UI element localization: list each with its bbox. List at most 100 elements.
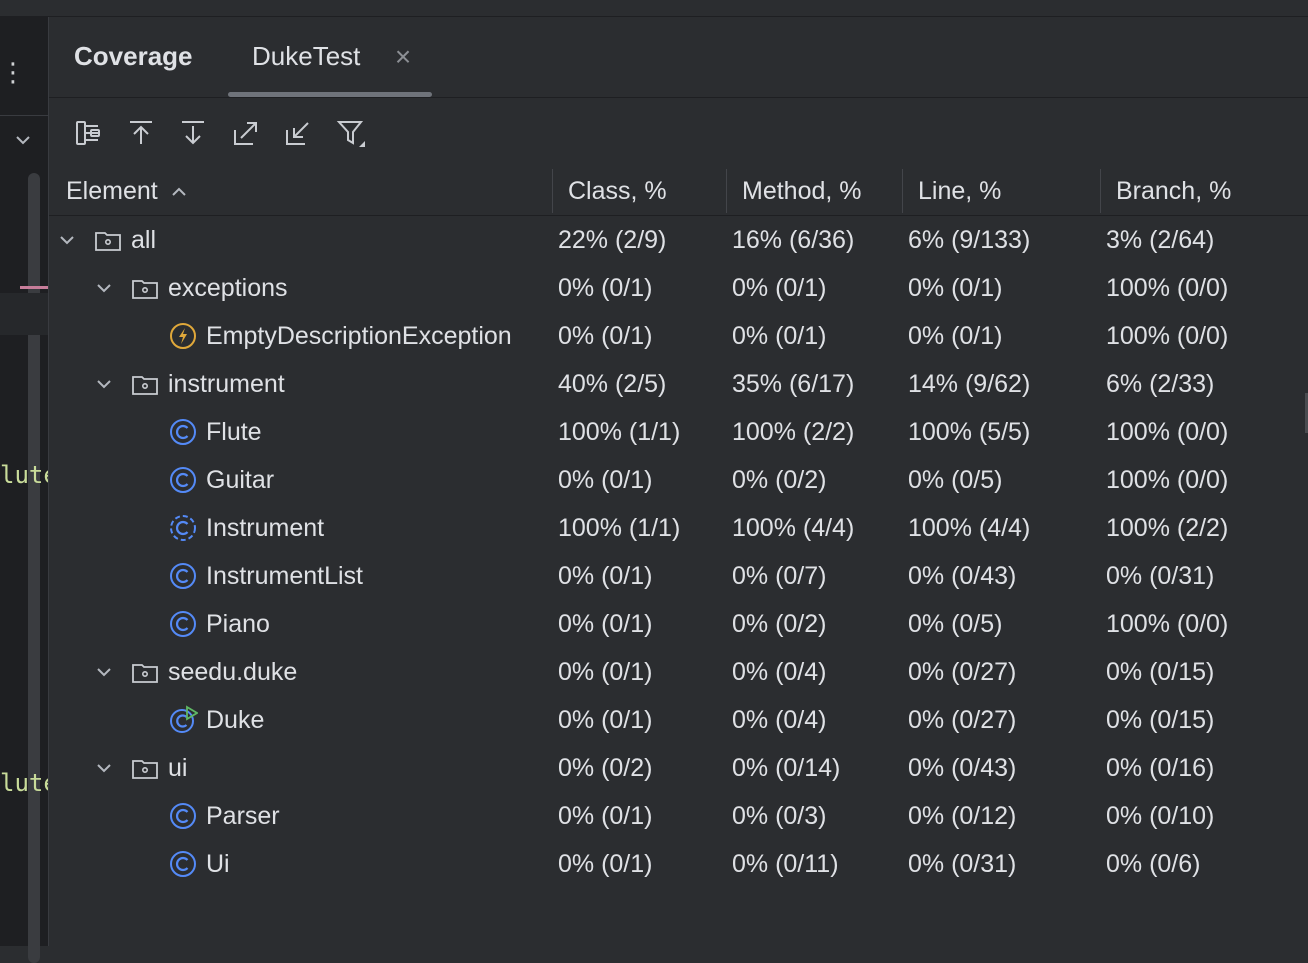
package-icon <box>93 225 123 255</box>
package-icon <box>130 273 160 303</box>
coverage-toolbar <box>49 108 1308 160</box>
branch-coverage-cell: 3% (2/64) <box>1106 226 1215 254</box>
branch-coverage-cell: 100% (0/0) <box>1106 322 1229 350</box>
column-header-method[interactable]: Method, % <box>742 177 862 206</box>
collapse-all-icon[interactable] <box>281 116 315 150</box>
table-row[interactable]: Guitar 0% (0/1) 0% (0/2) 0% (0/5) 100% (0/0) <box>49 456 1308 504</box>
method-coverage-cell: 0% (0/4) <box>732 706 827 734</box>
line-coverage-cell: 100% (5/5) <box>908 418 1031 446</box>
tab-bar: Coverage DukeTest × <box>49 17 1308 98</box>
method-coverage-cell: 0% (0/2) <box>732 610 827 638</box>
table-row[interactable]: InstrumentList 0% (0/1) 0% (0/7) 0% (0/43) 0… <box>49 552 1308 600</box>
filter-icon[interactable] <box>334 116 368 150</box>
class-coverage-cell: 0% (0/1) <box>558 322 653 350</box>
chevron-down-icon[interactable] <box>12 129 34 151</box>
table-row[interactable]: instrument 40% (2/5) 35% (6/17) 14% (9/62) 6… <box>49 360 1308 408</box>
line-coverage-cell: 0% (0/12) <box>908 802 1017 830</box>
element-name: seedu.duke <box>168 658 298 686</box>
method-coverage-cell: 0% (0/3) <box>732 802 827 830</box>
column-header-class[interactable]: Class, % <box>568 177 667 206</box>
column-header-element[interactable]: Element <box>66 177 190 206</box>
method-coverage-cell: 100% (4/4) <box>732 514 855 542</box>
column-separator[interactable] <box>552 169 553 213</box>
table-row[interactable]: all 22% (2/9) 16% (6/36) 6% (9/133) 3% (2/64… <box>49 216 1308 264</box>
branch-coverage-cell: 0% (0/31) <box>1106 562 1215 590</box>
expand-all-icon[interactable] <box>229 116 263 150</box>
column-header-branch[interactable]: Branch, % <box>1116 177 1231 206</box>
class-icon <box>168 849 198 879</box>
table-row[interactable]: Instrument 100% (1/1) 100% (4/4) 100% (4/4)… <box>49 504 1308 552</box>
navigate-down-icon[interactable] <box>176 116 210 150</box>
tool-window-title[interactable]: Coverage <box>74 41 193 72</box>
element-name: Flute <box>206 418 262 446</box>
branch-coverage-cell: 0% (0/15) <box>1106 658 1215 686</box>
active-tab-indicator <box>228 92 432 97</box>
table-header: Element Class, % Method, % Line, % Branc… <box>49 167 1308 216</box>
line-coverage-cell: 100% (4/4) <box>908 514 1031 542</box>
table-row[interactable]: Flute 100% (1/1) 100% (2/2) 100% (5/5) 100% … <box>49 408 1308 456</box>
line-coverage-cell: 0% (0/27) <box>908 658 1017 686</box>
branch-coverage-cell: 0% (0/16) <box>1106 754 1215 782</box>
chevron-down-icon[interactable] <box>92 660 116 684</box>
class-coverage-cell: 0% (0/2) <box>558 754 653 782</box>
flatten-packages-icon[interactable] <box>71 116 105 150</box>
class-coverage-cell: 0% (0/1) <box>558 562 653 590</box>
method-coverage-cell: 100% (2/2) <box>732 418 855 446</box>
package-icon <box>130 657 160 687</box>
table-row[interactable]: Piano 0% (0/1) 0% (0/2) 0% (0/5) 100% (0/0) <box>49 600 1308 648</box>
table-row[interactable]: ui 0% (0/2) 0% (0/14) 0% (0/43) 0% (0/16) <box>49 744 1308 792</box>
sort-ascending-icon <box>172 187 186 197</box>
method-coverage-cell: 16% (6/36) <box>732 226 855 254</box>
table-row[interactable]: Parser 0% (0/1) 0% (0/3) 0% (0/12) 0% (0/10) <box>49 792 1308 840</box>
element-name: EmptyDescriptionException <box>206 322 512 350</box>
element-name: InstrumentList <box>206 562 364 590</box>
more-options-icon[interactable]: ⋮ <box>0 57 26 87</box>
method-coverage-cell: 35% (6/17) <box>732 370 855 398</box>
close-icon[interactable]: × <box>389 43 417 71</box>
class-coverage-cell: 0% (0/1) <box>558 610 653 638</box>
window-top-strip <box>0 0 1308 17</box>
branch-coverage-cell: 100% (2/2) <box>1106 514 1229 542</box>
branch-coverage-cell: 6% (2/33) <box>1106 370 1215 398</box>
gutter-divider <box>0 115 48 116</box>
exception-class-icon <box>168 321 198 351</box>
table-row[interactable]: Duke 0% (0/1) 0% (0/4) 0% (0/27) 0% (0/15) <box>49 696 1308 744</box>
line-coverage-cell: 0% (0/5) <box>908 610 1003 638</box>
branch-coverage-cell: 100% (0/0) <box>1106 274 1229 302</box>
element-name: exceptions <box>168 274 288 302</box>
chevron-down-icon[interactable] <box>92 276 116 300</box>
table-row[interactable]: exceptions 0% (0/1) 0% (0/1) 0% (0/1) 100% (… <box>49 264 1308 312</box>
chevron-down-icon[interactable] <box>92 756 116 780</box>
tab-duketest[interactable]: DukeTest <box>252 41 360 72</box>
editor-gutter: ⋮ lute lute <box>0 17 49 963</box>
class-icon <box>168 417 198 447</box>
method-coverage-cell: 0% (0/1) <box>732 322 827 350</box>
navigate-up-icon[interactable] <box>124 116 158 150</box>
line-coverage-cell: 0% (0/27) <box>908 706 1017 734</box>
method-coverage-cell: 0% (0/1) <box>732 274 827 302</box>
branch-coverage-cell: 0% (0/10) <box>1106 802 1215 830</box>
method-coverage-cell: 0% (0/4) <box>732 658 827 686</box>
element-name: Piano <box>206 610 270 638</box>
class-coverage-cell: 0% (0/1) <box>558 658 653 686</box>
column-separator[interactable] <box>902 169 903 213</box>
table-row[interactable]: EmptyDescriptionException 0% (0/1) 0% (0/1… <box>49 312 1308 360</box>
column-header-label: Element <box>66 177 158 205</box>
editor-scrollbar[interactable] <box>28 173 40 963</box>
table-row[interactable]: seedu.duke 0% (0/1) 0% (0/4) 0% (0/27) 0% (0… <box>49 648 1308 696</box>
class-icon <box>168 609 198 639</box>
element-name: Duke <box>206 706 265 734</box>
table-row[interactable]: Ui 0% (0/1) 0% (0/11) 0% (0/31) 0% (0/6) <box>49 840 1308 888</box>
column-header-line[interactable]: Line, % <box>918 177 1001 206</box>
element-name: Parser <box>206 802 280 830</box>
column-separator[interactable] <box>726 169 727 213</box>
branch-coverage-cell: 100% (0/0) <box>1106 610 1229 638</box>
chevron-down-icon[interactable] <box>55 228 79 252</box>
chevron-down-icon[interactable] <box>92 372 116 396</box>
class-coverage-cell: 100% (1/1) <box>558 514 681 542</box>
abstract-class-icon <box>168 513 198 543</box>
column-separator[interactable] <box>1100 169 1101 213</box>
gutter-current-line <box>0 293 48 335</box>
branch-coverage-cell: 0% (0/6) <box>1106 850 1201 878</box>
element-name: Ui <box>206 850 230 878</box>
